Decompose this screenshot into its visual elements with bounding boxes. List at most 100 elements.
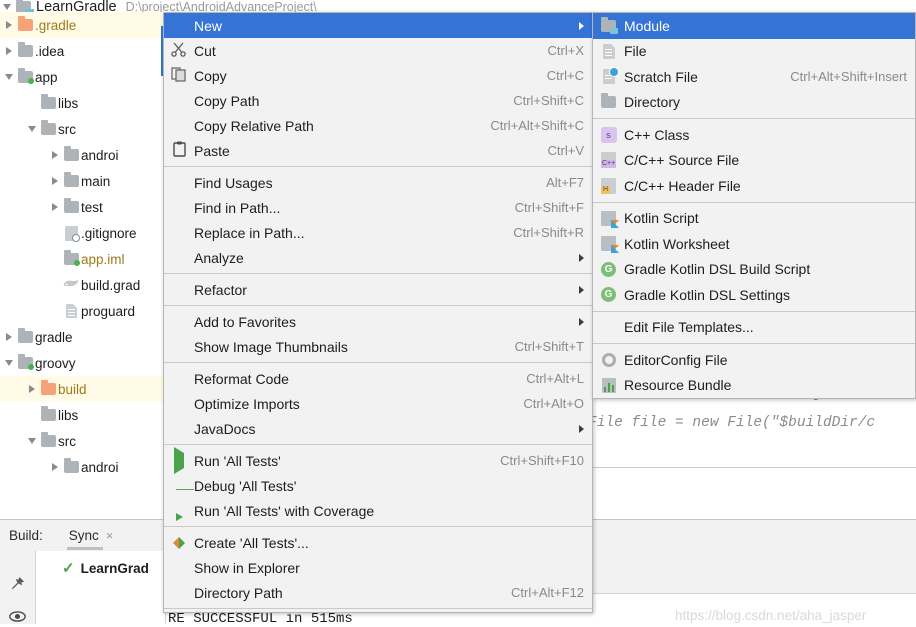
submenu-item-kotlin-script[interactable]: Kotlin Script bbox=[593, 206, 915, 232]
context-menu[interactable]: NewCutCtrl+X Copy Ctrl+C Copy PathCtrl+Shif… bbox=[163, 12, 593, 613]
menu-item-javadocs[interactable]: JavaDocs bbox=[164, 416, 592, 441]
tree-node-androi[interactable]: androi bbox=[0, 454, 166, 480]
submenu-item-c---class[interactable]: sC++ Class bbox=[593, 122, 915, 148]
tree-node-androi[interactable]: androi bbox=[0, 142, 166, 168]
menu-item-label: Directory Path bbox=[194, 585, 283, 601]
menu-item-analyze[interactable]: Analyze bbox=[164, 245, 592, 270]
submenu-item-editorconfig-file[interactable]: EditorConfig File bbox=[593, 347, 915, 373]
expand-arrow-icon[interactable] bbox=[25, 376, 38, 402]
menu-item-run--all-tests[interactable]: Run 'All Tests'Ctrl+Shift+F10 bbox=[164, 448, 592, 473]
menu-item-find-in-path[interactable]: Find in Path...Ctrl+Shift+F bbox=[164, 195, 592, 220]
submenu-item-module[interactable]: Module bbox=[593, 13, 915, 39]
expand-arrow-icon[interactable] bbox=[48, 142, 61, 168]
expand-arrow-icon[interactable] bbox=[2, 12, 15, 38]
expand-arrow-icon[interactable] bbox=[2, 324, 15, 350]
tree-node-groovy[interactable]: groovy bbox=[0, 350, 166, 376]
expand-arrow-icon[interactable] bbox=[2, 38, 15, 64]
submenu-item-kotlin-worksheet[interactable]: Kotlin Worksheet bbox=[593, 231, 915, 257]
menu-item-shortcut: Ctrl+V bbox=[526, 143, 584, 158]
menu-item-label: Copy bbox=[194, 68, 227, 84]
expand-arrow-icon[interactable] bbox=[2, 350, 15, 376]
module-folder-icon bbox=[18, 357, 33, 369]
menu-item-label: Find Usages bbox=[194, 175, 273, 191]
new-submenu[interactable]: ModuleFileScratch FileCtrl+Alt+Shift+Ins… bbox=[592, 12, 916, 399]
menu-item-shortcut: Ctrl+X bbox=[526, 43, 584, 58]
menu-item-refactor[interactable]: Refactor bbox=[164, 277, 592, 302]
submenu-item-gradle-kotlin-dsl-build-script[interactable]: GGradle Kotlin DSL Build Script bbox=[593, 257, 915, 283]
menu-item-copy[interactable]: Copy Ctrl+C bbox=[164, 63, 592, 88]
submenu-item-c-c---source-file[interactable]: C++C/C++ Source File bbox=[593, 148, 915, 174]
tree-node-app-iml[interactable]: app.iml bbox=[0, 246, 166, 272]
tree-node-build[interactable]: build bbox=[0, 376, 166, 402]
folder-icon bbox=[41, 97, 56, 109]
tree-node-gradle[interactable]: gradle bbox=[0, 324, 166, 350]
tree-node-build-grad[interactable]: build.grad bbox=[0, 272, 166, 298]
tree-node-label: groovy bbox=[35, 356, 76, 371]
menu-item-add-to-favorites[interactable]: Add to Favorites bbox=[164, 309, 592, 334]
build-side-toolbar[interactable] bbox=[0, 551, 36, 624]
menu-item-show-in-explorer[interactable]: Show in Explorer bbox=[164, 555, 592, 580]
tree-node-test[interactable]: test bbox=[0, 194, 166, 220]
build-result-tree[interactable]: ✓ LearnGrad bbox=[36, 551, 166, 624]
expand-arrow-icon[interactable] bbox=[25, 116, 38, 142]
menu-item-cut[interactable]: CutCtrl+X bbox=[164, 38, 592, 63]
submenu-item-resource-bundle[interactable]: Resource Bundle bbox=[593, 373, 915, 399]
tab-sync[interactable]: Sync × bbox=[69, 520, 114, 551]
menu-item-directory-path[interactable]: Directory PathCtrl+Alt+F12 bbox=[164, 580, 592, 605]
pin-icon[interactable] bbox=[10, 576, 25, 594]
submenu-item-label: C/C++ Source File bbox=[624, 152, 739, 168]
submenu-item-label: Resource Bundle bbox=[624, 377, 731, 393]
tree-node-app[interactable]: app bbox=[0, 64, 166, 90]
expand-arrow-icon[interactable] bbox=[2, 64, 15, 90]
project-tree-panel[interactable]: .gradle.ideaapplibssrcandroimaintest.git… bbox=[0, 12, 166, 520]
menu-item-shortcut: Ctrl+Shift+C bbox=[491, 93, 584, 108]
menu-item-reformat-code[interactable]: Reformat CodeCtrl+Alt+L bbox=[164, 366, 592, 391]
build-root-node[interactable]: ✓ LearnGrad bbox=[62, 559, 165, 577]
menu-item-optimize-imports[interactable]: Optimize ImportsCtrl+Alt+O bbox=[164, 391, 592, 416]
kotlin-icon bbox=[601, 211, 616, 226]
expand-arrow-icon[interactable] bbox=[48, 168, 61, 194]
menu-item-new[interactable]: New bbox=[164, 13, 592, 38]
submenu-item-gradle-kotlin-dsl-settings[interactable]: GGradle Kotlin DSL Settings bbox=[593, 282, 915, 308]
menu-item-find-usages[interactable]: Find UsagesAlt+F7 bbox=[164, 170, 592, 195]
submenu-item-shortcut: Ctrl+Alt+Shift+Insert bbox=[770, 69, 907, 84]
menu-item-label: Run 'All Tests' bbox=[194, 453, 281, 469]
cpp-class-icon: s bbox=[601, 127, 617, 143]
close-icon[interactable]: × bbox=[106, 528, 114, 543]
tree-node-proguard[interactable]: proguard bbox=[0, 298, 166, 324]
menu-item-copy-relative-path[interactable]: Copy Relative PathCtrl+Alt+Shift+C bbox=[164, 113, 592, 138]
submenu-item-edit-file-templates[interactable]: Edit File Templates... bbox=[593, 315, 915, 341]
tree-node-src[interactable]: src bbox=[0, 428, 166, 454]
expand-arrow-icon[interactable] bbox=[48, 194, 61, 220]
scissors-icon bbox=[171, 42, 187, 60]
tree-node--idea[interactable]: .idea bbox=[0, 38, 166, 64]
submenu-item-label: Edit File Templates... bbox=[624, 319, 754, 335]
menu-item-debug--all-tests[interactable]: Debug 'All Tests' bbox=[164, 473, 592, 498]
submenu-item-directory[interactable]: Directory bbox=[593, 90, 915, 116]
folder-icon bbox=[64, 461, 79, 473]
expand-arrow-icon[interactable] bbox=[48, 454, 61, 480]
menu-item-paste[interactable]: PasteCtrl+V bbox=[164, 138, 592, 163]
menu-item-replace-in-path[interactable]: Replace in Path...Ctrl+Shift+R bbox=[164, 220, 592, 245]
menu-item-show-image-thumbnails[interactable]: Show Image ThumbnailsCtrl+Shift+T bbox=[164, 334, 592, 359]
tree-node-main[interactable]: main bbox=[0, 168, 166, 194]
submenu-item-file[interactable]: File bbox=[593, 39, 915, 65]
menu-item-label: Reformat Code bbox=[194, 371, 289, 387]
tree-node-label: app.iml bbox=[81, 252, 125, 267]
expand-arrow-icon[interactable] bbox=[25, 428, 38, 454]
tree-node-libs[interactable]: libs bbox=[0, 90, 166, 116]
tree-node--gitignore[interactable]: .gitignore bbox=[0, 220, 166, 246]
tree-node-src[interactable]: src bbox=[0, 116, 166, 142]
eye-icon[interactable] bbox=[9, 610, 26, 625]
menu-item-shortcut: Ctrl+C bbox=[525, 68, 584, 83]
submenu-separator bbox=[593, 202, 915, 203]
menu-item-run--all-tests--with-coverage[interactable]: Run 'All Tests' with Coverage bbox=[164, 498, 592, 523]
menu-item-copy-path[interactable]: Copy PathCtrl+Shift+C bbox=[164, 88, 592, 113]
menu-item-create--all-tests[interactable]: Create 'All Tests'... bbox=[164, 530, 592, 555]
tree-node-libs[interactable]: libs bbox=[0, 402, 166, 428]
menu-item-label: Replace in Path... bbox=[194, 225, 305, 241]
submenu-item-c-c---header-file[interactable]: HC/C++ Header File bbox=[593, 173, 915, 199]
submenu-item-label: Gradle Kotlin DSL Settings bbox=[624, 287, 790, 303]
submenu-item-scratch-file[interactable]: Scratch FileCtrl+Alt+Shift+Insert bbox=[593, 64, 915, 90]
tree-node--gradle[interactable]: .gradle bbox=[0, 12, 166, 38]
